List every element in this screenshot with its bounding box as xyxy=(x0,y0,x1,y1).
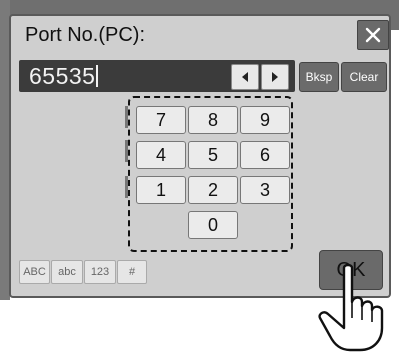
key-6[interactable]: 6 xyxy=(240,141,290,169)
key-5[interactable]: 5 xyxy=(188,141,238,169)
arrow-right-icon xyxy=(272,72,278,82)
mode-lowercase-button[interactable]: abc xyxy=(51,260,83,284)
numeric-keypad: 7 8 9 4 5 6 1 2 3 0 xyxy=(128,96,293,252)
key-3[interactable]: 3 xyxy=(240,176,290,204)
mode-numeric-button[interactable]: 123 xyxy=(84,260,116,284)
port-input-value: 65535 xyxy=(29,63,99,90)
key-8[interactable]: 8 xyxy=(188,106,238,134)
clear-button[interactable]: Clear xyxy=(341,62,387,92)
mode-symbol-button[interactable]: # xyxy=(117,260,147,284)
key-4[interactable]: 4 xyxy=(136,141,186,169)
cursor-right-button[interactable] xyxy=(261,64,289,90)
key-9[interactable]: 9 xyxy=(240,106,290,134)
key-7[interactable]: 7 xyxy=(136,106,186,134)
close-icon xyxy=(365,27,381,43)
close-button[interactable] xyxy=(357,20,389,50)
cursor-left-button[interactable] xyxy=(231,64,259,90)
key-1[interactable]: 1 xyxy=(136,176,186,204)
arrow-left-icon xyxy=(242,72,248,82)
hand-pointer-icon xyxy=(318,263,384,352)
key-2[interactable]: 2 xyxy=(188,176,238,204)
key-0[interactable]: 0 xyxy=(188,211,238,239)
dialog-title: Port No.(PC): xyxy=(25,24,146,46)
text-caret xyxy=(96,65,99,87)
mode-uppercase-button[interactable]: ABC xyxy=(19,260,50,284)
port-number-dialog: Port No.(PC): 65535 Bksp Clear 7 8 9 4 5… xyxy=(9,14,391,298)
backspace-button[interactable]: Bksp xyxy=(299,62,339,92)
